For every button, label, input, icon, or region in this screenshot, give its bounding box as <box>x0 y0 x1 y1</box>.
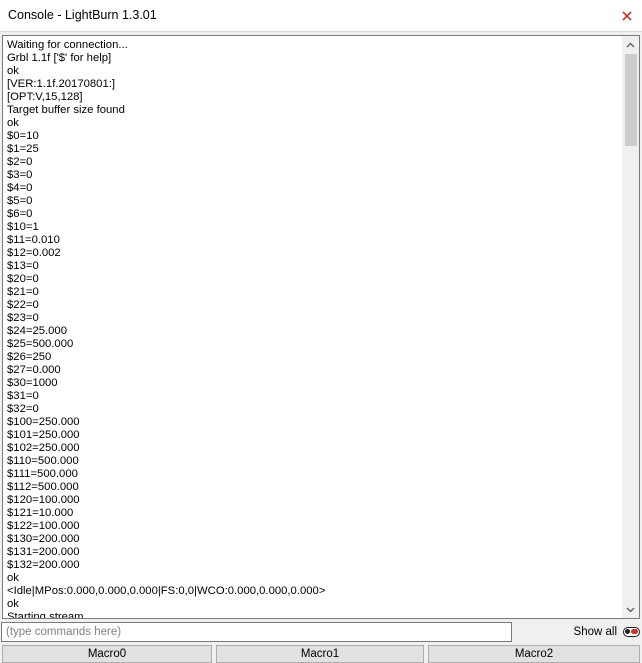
console-line: $130=200.000 <box>7 533 80 545</box>
title-bar: Console - LightBurn 1.3.01 <box>0 0 642 32</box>
console-line: $26=250 <box>7 351 52 363</box>
console-line: $13=0 <box>7 260 39 272</box>
console-line: $2=0 <box>7 156 33 168</box>
console-output[interactable]: Waiting for connection... Grbl 1.1f ['$' … <box>2 35 640 619</box>
console-line: $0=10 <box>7 130 39 142</box>
command-input[interactable] <box>1 622 512 642</box>
console-line: ok <box>7 117 19 129</box>
chevron-up-icon <box>626 42 635 47</box>
console-lines: Waiting for connection... Grbl 1.1f ['$' … <box>7 39 617 619</box>
console-line: $32=0 <box>7 403 39 415</box>
console-line: Target buffer size found <box>7 104 125 116</box>
console-line: $20=0 <box>7 273 39 285</box>
show-all-control[interactable]: Show all <box>574 624 640 640</box>
window-title: Console - LightBurn 1.3.01 <box>8 8 157 22</box>
console-line: $6=0 <box>7 208 33 220</box>
console-line: [OPT:V,15,128] <box>7 91 83 103</box>
macro0-button[interactable]: Macro0 <box>2 645 212 663</box>
console-line: ok <box>7 598 19 610</box>
show-all-label: Show all <box>573 626 617 638</box>
console-line: $101=250.000 <box>7 429 80 441</box>
toggle-knob <box>625 629 630 634</box>
console-line: Starting stream <box>7 611 84 619</box>
console-line: $1=25 <box>7 143 39 155</box>
console-line: Grbl 1.1f ['$' for help] <box>7 52 112 64</box>
console-line: $10=1 <box>7 221 39 233</box>
scroll-thumb[interactable] <box>625 54 637 146</box>
macro-button-row: Macro0 Macro1 Macro2 <box>0 645 642 663</box>
toggle-fill <box>631 629 638 634</box>
console-line: $100=250.000 <box>7 416 80 428</box>
show-all-toggle[interactable] <box>623 627 640 637</box>
console-line: $120=100.000 <box>7 494 80 506</box>
console-line: $31=0 <box>7 390 39 402</box>
console-line: ok <box>7 572 19 584</box>
console-line: $21=0 <box>7 286 39 298</box>
console-line: $27=0.000 <box>7 364 61 376</box>
console-line: $112=500.000 <box>7 481 79 493</box>
console-line: $12=0.002 <box>7 247 61 259</box>
console-line: <Idle|MPos:0.000,0.000,0.000|FS:0,0|WCO:… <box>7 585 326 597</box>
console-line: $102=250.000 <box>7 442 80 454</box>
console-line: $4=0 <box>7 182 33 194</box>
scroll-up-button[interactable] <box>622 36 639 53</box>
console-line: $22=0 <box>7 299 39 311</box>
console-line: $11=0.010 <box>7 234 60 246</box>
console-line: $3=0 <box>7 169 33 181</box>
scroll-down-button[interactable] <box>622 601 639 618</box>
console-line: $121=10.000 <box>7 507 74 519</box>
console-line: Waiting for connection... <box>7 39 128 51</box>
macro1-button[interactable]: Macro1 <box>216 645 424 663</box>
vertical-scrollbar[interactable] <box>622 36 639 618</box>
console-line: $131=200.000 <box>7 546 80 558</box>
console-line: $110=500.000 <box>7 455 79 467</box>
console-line: $132=200.000 <box>7 559 80 571</box>
console-line: $25=500.000 <box>7 338 74 350</box>
close-icon <box>622 11 632 21</box>
console-line: $5=0 <box>7 195 33 207</box>
console-line: $30=1000 <box>7 377 58 389</box>
macro2-button[interactable]: Macro2 <box>428 645 640 663</box>
console-line: $111=500.000 <box>7 468 78 480</box>
console-line: ok <box>7 65 19 77</box>
console-line: $122=100.000 <box>7 520 80 532</box>
console-line: $23=0 <box>7 312 39 324</box>
console-line: [VER:1.1f.20170801:] <box>7 78 116 90</box>
console-line: $24=25.000 <box>7 325 67 337</box>
chevron-down-icon <box>626 607 635 612</box>
close-button[interactable] <box>612 0 642 32</box>
